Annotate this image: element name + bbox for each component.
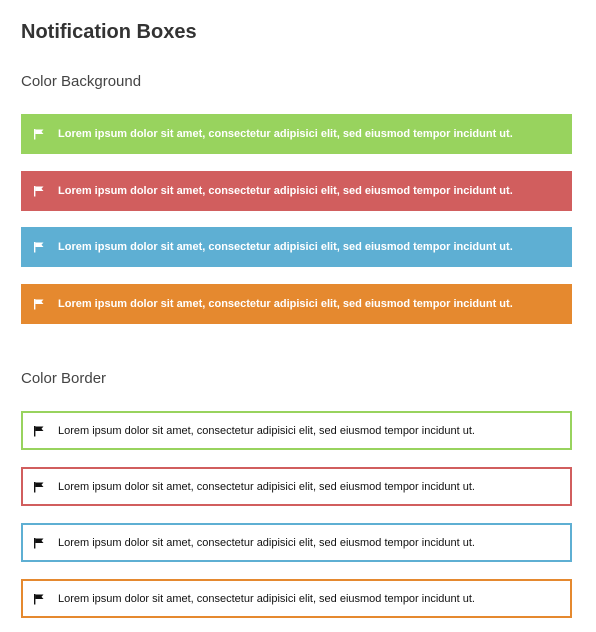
section-title-color-border: Color Border [21,370,107,387]
flag-icon [33,481,45,493]
flag-icon [33,185,45,197]
flag-icon [33,241,45,253]
notification-box-border-orange: Lorem ipsum dolor sit amet, consectetur … [21,579,572,618]
section-title-color-background: Color Background [21,73,142,90]
notification-text: Lorem ipsum dolor sit amet, consectetur … [58,241,513,253]
notification-text: Lorem ipsum dolor sit amet, consectetur … [58,480,475,493]
notification-text: Lorem ipsum dolor sit amet, consectetur … [58,128,513,140]
flag-icon [33,128,45,140]
flag-icon [33,425,45,437]
notification-text: Lorem ipsum dolor sit amet, consectetur … [58,298,513,310]
notification-box-border-blue: Lorem ipsum dolor sit amet, consectetur … [21,523,572,562]
notification-box-background-orange: Lorem ipsum dolor sit amet, consectetur … [21,284,572,324]
notification-text: Lorem ipsum dolor sit amet, consectetur … [58,424,475,437]
flag-icon [33,593,45,605]
notification-box-background-red: Lorem ipsum dolor sit amet, consectetur … [21,171,572,211]
flag-icon [33,298,45,310]
notification-box-background-blue: Lorem ipsum dolor sit amet, consectetur … [21,227,572,267]
notification-text: Lorem ipsum dolor sit amet, consectetur … [58,592,475,605]
notification-box-background-green: Lorem ipsum dolor sit amet, consectetur … [21,114,572,154]
notification-text: Lorem ipsum dolor sit amet, consectetur … [58,536,475,549]
notification-box-border-green: Lorem ipsum dolor sit amet, consectetur … [21,411,572,450]
page-title: Notification Boxes [21,21,197,43]
notification-text: Lorem ipsum dolor sit amet, consectetur … [58,185,513,197]
notification-box-border-red: Lorem ipsum dolor sit amet, consectetur … [21,467,572,506]
flag-icon [33,537,45,549]
